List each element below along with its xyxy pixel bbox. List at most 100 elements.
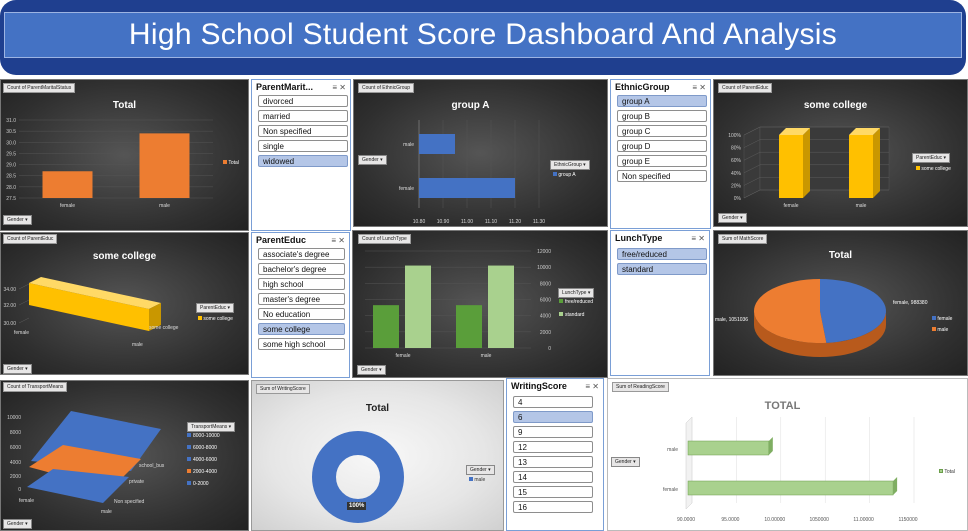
chart-lunch-type[interactable]: Count of LunchType 12000 10000 8000 6000 400… [352,230,608,378]
slicer-clear-filter-icon[interactable]: ≡ ✕ [332,83,346,92]
chart-transport-means[interactable]: Count of TransportMeans 10000 8000 6000 400… [0,380,249,531]
slicer-item[interactable]: group D [617,140,707,152]
slicer-clear-filter-icon[interactable]: ≡ ✕ [585,382,599,391]
slicer-item[interactable]: group A [617,95,707,107]
chart-math-score-pie[interactable]: Sum of MathScore Total female, 988380 ma… [713,230,968,376]
depth-label: Non specified [114,499,145,505]
y-tick-label: 10000 [537,265,551,271]
gender-filter-button[interactable]: Gender [718,213,747,223]
legend-label: standard [565,312,585,318]
y-tick-label: 12000 [537,249,551,255]
legend-item: free/reduced [559,299,593,305]
slicer-item[interactable]: group B [617,110,707,122]
slicer-item[interactable]: No education [258,308,345,320]
slicer-item[interactable]: 6 [513,411,593,423]
slicer-item[interactable]: 16 [513,501,593,513]
chart-reading-score[interactable]: Sum of ReadingScore TOTAL 90.0000 95.0000… [607,378,968,531]
chart-ethnic-group[interactable]: Count of EthnicGroup group A 10.80 10.90 1… [353,79,608,227]
y-tick-label: 30.5 [6,129,16,135]
slicer-item[interactable]: 4 [513,396,593,408]
legend: group A [553,172,576,178]
slicer-item[interactable]: high school [258,278,345,290]
gender-filter-button[interactable]: Gender [357,365,386,375]
slicer-item[interactable]: 12 [513,441,593,453]
legend-swatch [187,457,191,461]
parent-educ-filter-button[interactable]: ParentEduc [912,153,951,163]
slicer-item[interactable]: bachelor's degree [258,263,345,275]
gender-filter-button[interactable]: Gender [611,457,640,467]
title-banner: High School Student Score Dashboard And … [0,0,966,75]
slicer-item[interactable]: single [258,140,348,152]
transport-means-filter-button[interactable]: TransportMeans [187,422,236,432]
x-tick-label: 95.0000 [721,517,739,523]
slicer-parent-marital-status: ParentMarit... ≡ ✕ divorced married Non sp… [251,79,351,231]
slicer-item[interactable]: 9 [513,426,593,438]
slicer-item[interactable]: Non specified [617,170,707,182]
chart-writing-score-donut[interactable]: Sum of WritingScore Total Gender male 10… [251,380,504,531]
parent-educ-filter-button[interactable]: ParentEduc [196,303,235,313]
chart-parent-educ-area[interactable]: Count of ParentEduc some college 34.00 32… [0,232,249,375]
bar [42,171,93,198]
y-tick-label: 4000 [540,314,551,320]
x-tick-label: female [783,203,798,209]
chart-parent-marital-status[interactable]: Count of ParentMaritalStatus Total 31.0 3… [0,79,249,231]
legend-swatch [187,481,191,485]
ethnic-group-filter-button[interactable]: EthnicGroup [550,160,590,170]
slicer-item[interactable]: widowed [258,155,348,167]
slicer-clear-filter-icon[interactable]: ≡ ✕ [691,234,705,243]
column-side [803,128,810,198]
gender-filter-button[interactable]: Gender [3,215,32,225]
slicer-item[interactable]: 15 [513,486,593,498]
slicer-item[interactable]: 14 [513,471,593,483]
slicer-title: ParentMarit... [256,82,314,92]
slicer-item[interactable]: associate's degree [258,248,345,260]
x-tick-label: 1150000 [898,517,917,523]
y-tick-label: 28.5 [6,174,16,180]
y-tick-label: female [399,186,414,192]
slicer-item[interactable]: master's degree [258,293,345,305]
slicer-item[interactable]: group C [617,125,707,137]
legend-item: 4000-6000 [187,457,220,463]
y-tick-label: male [403,142,414,148]
y-tick-label: 60% [731,158,742,164]
slicer-writing-score: WritingScore ≡ ✕ 4 6 9 12 13 14 15 16 [506,378,604,531]
y-tick-label: 100% [728,133,741,139]
slicer-item[interactable]: some college [258,323,345,335]
slicer-clear-filter-icon[interactable]: ≡ ✕ [331,236,345,245]
slicer-clear-filter-icon[interactable]: ≡ ✕ [692,83,706,92]
bar-chart-svg: 90.0000 95.0000 10.00000 1050000 11.00000 115… [663,416,918,523]
x-tick-label: female [60,203,75,209]
y-tick-label: 31.0 [6,118,16,124]
bar-side [768,437,773,455]
bar [405,265,431,348]
slicer-item[interactable]: married [258,110,348,122]
lunch-type-filter-button[interactable]: LunchType [558,288,595,298]
slicer-item[interactable]: Non specified [258,125,348,137]
y-tick-label: 0% [734,196,742,202]
legend-swatch [187,445,191,449]
gender-filter-button[interactable]: Gender [358,155,387,165]
x-tick-label: 90.0000 [677,517,695,523]
slicer-item[interactable]: free/reduced [617,248,707,260]
gender-filter-button[interactable]: Gender [3,364,32,374]
chart-parent-educ-column[interactable]: Count of ParentEduc some college 100% 80%… [713,79,968,227]
page-title: High School Student Score Dashboard And … [128,18,838,51]
slicer-item[interactable]: 13 [513,456,593,468]
slicer-item[interactable]: group E [617,155,707,167]
slicer-parent-educ: ParentEduc ≡ ✕ associate's degree bachelo… [251,232,350,378]
legend: 8000-10000 6000-8000 4000-6000 2000-4000 0-2… [187,433,220,493]
legend-label: 8000-10000 [193,433,220,439]
legend-label: 6000-8000 [193,445,217,451]
data-label-female: female, 988380 [893,300,928,306]
slicer-item[interactable]: some high school [258,338,345,350]
slicer-item[interactable]: divorced [258,95,348,107]
slicer-item[interactable]: standard [617,263,707,275]
gender-filter-button[interactable]: Gender [3,519,32,529]
x-tick-label: female [14,330,29,336]
depth-label: private [129,479,144,485]
x-tick-label: male [481,353,492,359]
gender-filter-button[interactable]: Gender [466,465,495,475]
pie-chart-svg [754,279,886,357]
y-tick-label: 34.00 [3,287,16,293]
x-tick-label: male [132,342,143,348]
